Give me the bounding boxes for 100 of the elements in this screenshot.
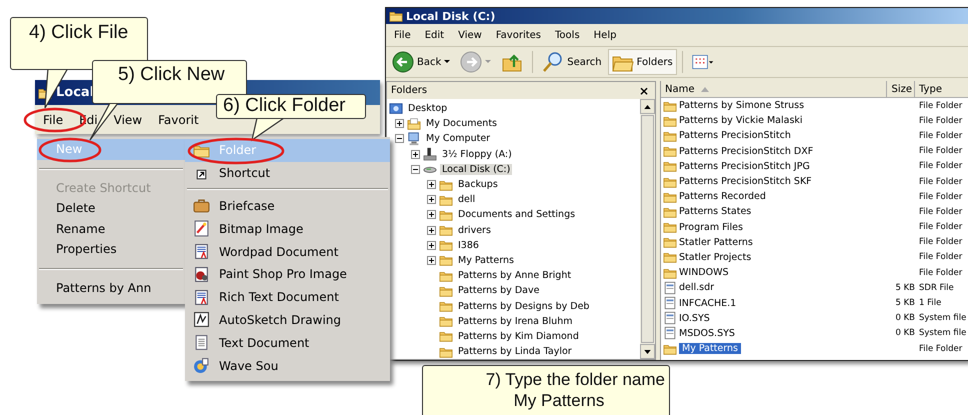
file-icon — [663, 326, 677, 340]
file-name[interactable]: Program Files — [679, 222, 743, 233]
tree-item[interactable]: Patterns by Linda Taylor — [456, 346, 574, 358]
file-icon — [663, 296, 677, 310]
expand-icon[interactable] — [411, 150, 420, 159]
text-file-icon — [193, 334, 210, 352]
menu-item[interactable]: AutoSketch Drawing — [185, 308, 390, 332]
column-header[interactable]: Name — [661, 81, 887, 97]
tree-item[interactable]: Patterns by Anne Bright — [456, 270, 574, 282]
callout-text: 5) Click New — [118, 64, 226, 86]
tree-item[interactable]: Desktop — [406, 103, 450, 114]
tree-item[interactable]: My Patterns — [456, 254, 516, 266]
menu-item[interactable]: Text Document — [185, 331, 390, 354]
tree-item[interactable]: 3½ Floppy (A:) — [440, 148, 514, 160]
menu-item[interactable]: View — [114, 112, 142, 126]
menu-item[interactable]: File — [43, 112, 64, 126]
tree-item[interactable]: Patterns by Designs by Deb — [456, 300, 592, 312]
file-name[interactable]: Patterns by Simone Struss — [679, 100, 804, 112]
file-name[interactable]: Statler Projects — [679, 252, 752, 263]
floppy-drive-icon — [423, 147, 437, 162]
tree-item[interactable]: My Documents — [424, 118, 500, 130]
callout-text: My Patterns — [512, 390, 606, 411]
file-size: 0 KB — [895, 328, 915, 338]
file-name[interactable]: IO.SYS — [679, 312, 710, 324]
tree-item[interactable]: Documents and Settings — [456, 209, 578, 220]
menu-item[interactable]: Rename — [37, 218, 185, 239]
tree-item[interactable]: Local Disk (C:) — [440, 164, 512, 175]
column-header[interactable]: Type — [915, 81, 968, 97]
search-button[interactable]: Search — [538, 49, 606, 75]
file-name[interactable]: dell.sdr — [679, 282, 714, 294]
folder-icon — [663, 250, 677, 264]
expand-icon[interactable] — [427, 195, 436, 204]
tree-item[interactable]: My Computer — [424, 133, 492, 144]
menu-item[interactable]: Bitmap Image — [185, 217, 390, 240]
desktop-icon — [389, 102, 403, 116]
callout-text: 6) Click Folder — [223, 95, 346, 117]
file-name[interactable]: WINDOWS — [679, 267, 729, 278]
tree-item[interactable]: I386 — [456, 240, 481, 251]
file-name[interactable]: Patterns by Vickie Malaski — [679, 115, 803, 126]
menu-item[interactable]: Shortcut — [185, 162, 390, 185]
file-name[interactable]: Patterns Recorded — [679, 191, 766, 202]
menu-item[interactable]: Patterns by Ann — [37, 278, 185, 298]
close-button[interactable]: × — [636, 84, 651, 98]
collapse-icon[interactable] — [395, 134, 404, 144]
documents-folder-icon — [407, 116, 421, 131]
expand-icon[interactable] — [395, 119, 404, 128]
file-name[interactable]: Patterns PrecisionStitch JPG — [679, 160, 810, 172]
expand-icon[interactable] — [427, 180, 436, 190]
file-size: 5 KB — [895, 282, 915, 293]
back-button[interactable]: Back — [388, 49, 454, 75]
menu-item[interactable]: Favorit — [158, 112, 199, 126]
tree-item[interactable]: dell — [456, 194, 478, 206]
menu-item[interactable]: Briefcase — [185, 194, 390, 218]
collapse-icon[interactable] — [411, 164, 420, 174]
menu-item[interactable]: Delete — [37, 198, 185, 218]
file-name[interactable]: Patterns PrecisionStitch SKF — [679, 176, 812, 188]
folder-icon — [439, 299, 453, 314]
menu-item[interactable]: Wave Sou — [185, 354, 390, 377]
folder-icon — [439, 314, 453, 328]
file-type: System file — [919, 313, 966, 324]
file-type: File Folder — [919, 116, 962, 126]
expand-icon[interactable] — [427, 226, 436, 235]
tree-item[interactable]: Backups — [456, 179, 500, 190]
menu-item[interactable]: Favorites — [496, 30, 542, 40]
menu-item[interactable]: View — [458, 30, 482, 40]
folders-button[interactable]: Folders — [608, 49, 677, 75]
paint-icon — [193, 266, 210, 283]
expand-icon[interactable] — [427, 256, 436, 265]
menu-item[interactable]: Properties — [37, 239, 185, 260]
tree-item[interactable]: Patterns by Irena Bluhm — [456, 316, 574, 327]
file-name[interactable]: My Patterns — [679, 343, 741, 354]
file-type: File Folder — [919, 237, 962, 248]
expand-icon[interactable] — [427, 210, 436, 220]
expand-icon[interactable] — [427, 240, 436, 250]
callout-text: 4) Click File — [29, 22, 130, 44]
document-icon — [193, 243, 210, 260]
scroll-down-icon[interactable] — [644, 350, 651, 354]
file-name[interactable]: Patterns PrecisionStitch DXF — [679, 146, 814, 157]
bitmap-icon — [193, 220, 210, 238]
file-name[interactable]: INFCACHE.1 — [679, 298, 736, 309]
file-name[interactable]: Statler Patterns — [679, 236, 753, 248]
file-name[interactable]: Patterns PrecisionStitch — [679, 130, 791, 142]
briefcase-icon — [193, 197, 210, 214]
file-name[interactable]: Patterns States — [679, 206, 752, 218]
file-icon — [663, 280, 677, 295]
scroll-up-icon[interactable] — [644, 104, 651, 108]
menu-item[interactable]: Edit — [424, 30, 444, 40]
menu-item[interactable]: Paint Shop Pro Image — [185, 262, 390, 286]
menu-item[interactable]: Tools — [555, 30, 580, 40]
tree-item[interactable]: Patterns by Dave — [456, 285, 542, 296]
menu-item[interactable]: File — [394, 30, 411, 40]
tree-item[interactable]: Patterns by Kim Diamond — [456, 330, 581, 342]
file-name[interactable]: MSDOS.SYS — [679, 328, 735, 339]
column-header[interactable]: Size — [887, 81, 915, 97]
menu-item[interactable]: Wordpad Document — [185, 240, 390, 263]
menu-item[interactable]: Help — [594, 30, 616, 40]
tree-item[interactable]: drivers — [456, 224, 493, 236]
scrollbar[interactable] — [640, 99, 655, 359]
file-type: File Folder — [919, 130, 962, 141]
menu-item[interactable]: Rich Text Document — [185, 286, 390, 309]
